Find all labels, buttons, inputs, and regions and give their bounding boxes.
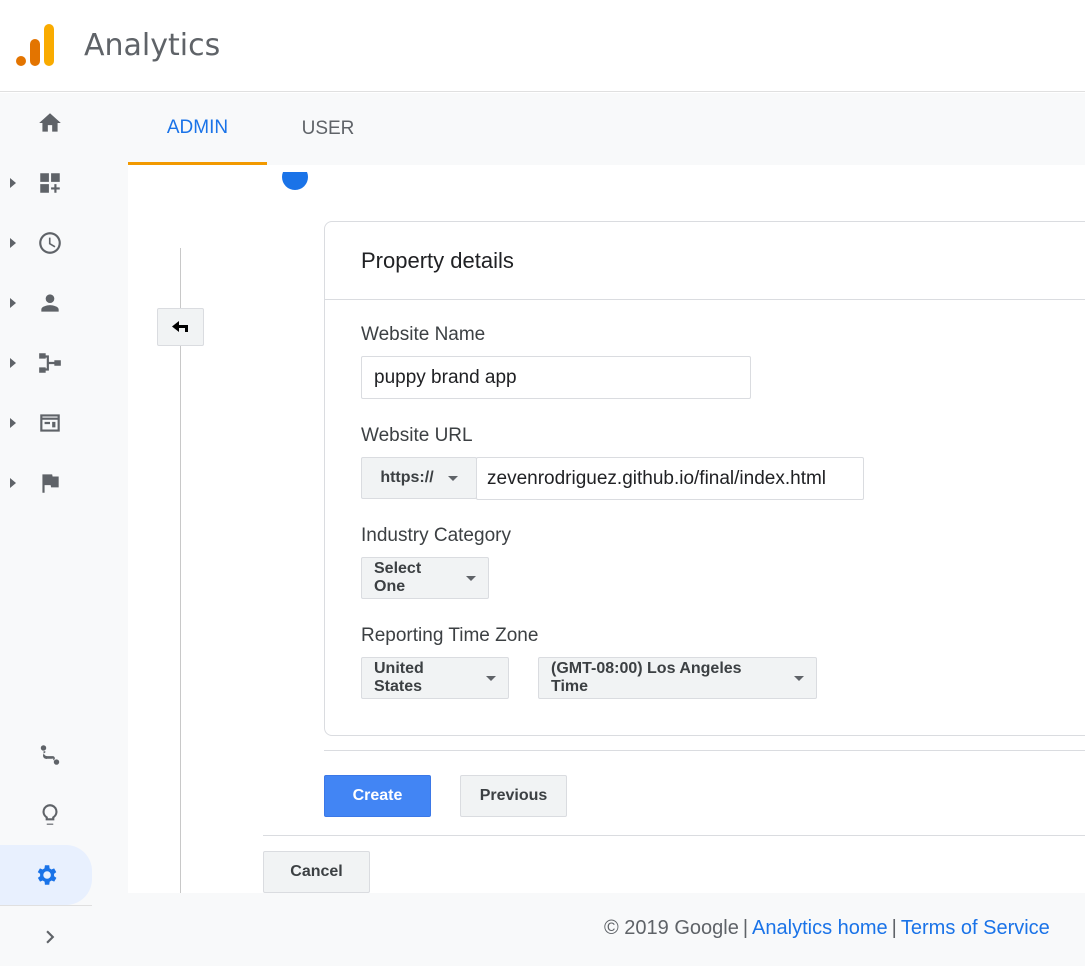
customization-icon: [40, 173, 60, 193]
card-divider: [325, 299, 1085, 300]
tab-user[interactable]: USER: [267, 93, 389, 165]
tab-admin[interactable]: ADMIN: [128, 93, 267, 165]
footer-separator: |: [742, 917, 749, 939]
tab-bar: ADMIN USER: [128, 93, 1085, 165]
audience-icon: [41, 294, 59, 312]
cancel-divider: [263, 835, 1085, 836]
industry-category-select[interactable]: Select One: [361, 557, 489, 599]
rail-item-realtime[interactable]: [0, 219, 100, 267]
time-zone-value: (GMT-08:00) Los Angeles Time: [551, 660, 742, 695]
rail-item-attribution[interactable]: [0, 731, 100, 779]
cancel-button[interactable]: Cancel: [263, 851, 370, 893]
rail-item-acquisition[interactable]: [0, 339, 100, 387]
left-nav-rail: [0, 93, 128, 966]
card-title: Property details: [361, 248, 514, 273]
protocol-value: https://: [380, 469, 434, 486]
dropdown-arrow-icon: [447, 475, 458, 481]
rail-item-behavior[interactable]: [0, 399, 100, 447]
website-url-input[interactable]: [476, 457, 864, 500]
analytics-logo[interactable]: [16, 24, 56, 66]
rail-item-discover[interactable]: [0, 791, 100, 839]
rail-divider: [0, 905, 92, 906]
dropdown-arrow-icon: [466, 575, 476, 581]
dropdown-arrow-icon: [794, 675, 804, 681]
chevron-right-icon: [46, 930, 55, 944]
top-bar: Analytics: [0, 0, 1085, 92]
website-name-label: Website Name: [361, 324, 486, 345]
website-name-input[interactable]: [361, 356, 751, 399]
terms-of-service-link[interactable]: Terms of Service: [901, 917, 1050, 939]
industry-category-value: Select One: [374, 560, 422, 595]
footer-separator: |: [891, 917, 897, 939]
rail-expand-button[interactable]: [0, 913, 100, 961]
previous-button[interactable]: Previous: [460, 775, 567, 817]
attribution-icon: [40, 745, 60, 765]
reporting-time-zone-label: Reporting Time Zone: [361, 625, 539, 646]
rail-item-admin[interactable]: [0, 845, 92, 905]
footer-text: © 2019 Google | Analytics home | Terms of Se…: [604, 917, 1050, 940]
back-button[interactable]: [157, 308, 204, 346]
rail-item-home[interactable]: [0, 99, 100, 147]
lightbulb-icon: [42, 804, 58, 825]
conversions-icon: [42, 474, 59, 493]
country-select[interactable]: United States: [361, 657, 509, 699]
footer: © 2019 Google | Analytics home | Terms of Se…: [128, 893, 1085, 966]
dropdown-arrow-icon: [486, 675, 496, 681]
step-indicator: [282, 172, 308, 190]
analytics-home-link[interactable]: Analytics home: [752, 917, 888, 939]
time-zone-select[interactable]: (GMT-08:00) Los Angeles Time: [538, 657, 817, 699]
gear-icon: [37, 865, 57, 885]
rail-item-customization[interactable]: [0, 159, 100, 207]
acquisition-icon: [39, 353, 61, 373]
copyright-text: © 2019 Google: [604, 917, 739, 939]
home-icon: [39, 113, 61, 132]
country-value: United States: [374, 660, 424, 695]
realtime-icon: [39, 232, 61, 254]
industry-category-label: Industry Category: [361, 525, 511, 546]
rail-item-audience[interactable]: [0, 279, 100, 327]
rail-item-conversions[interactable]: [0, 459, 100, 507]
app-title: Analytics: [84, 28, 221, 63]
form-divider: [324, 750, 1085, 751]
protocol-select[interactable]: https://: [361, 457, 477, 499]
behavior-icon: [40, 414, 60, 432]
website-url-label: Website URL: [361, 425, 473, 446]
create-button[interactable]: Create: [324, 775, 431, 817]
back-arrow-icon: [171, 321, 188, 332]
